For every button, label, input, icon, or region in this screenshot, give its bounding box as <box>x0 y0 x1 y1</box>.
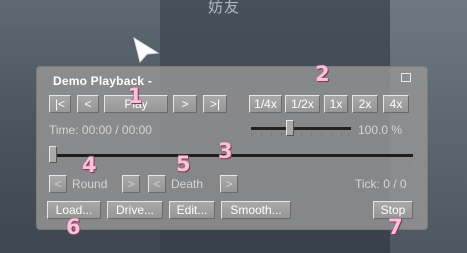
next-round-button[interactable]: > <box>122 175 140 193</box>
tick-readout: Tick: 0 / 0 <box>355 177 407 191</box>
speed-slider-thumb[interactable] <box>285 120 294 136</box>
annotation-2: 2 <box>315 62 330 86</box>
time-readout: Time: 00:00 / 00:00 <box>49 123 152 137</box>
speed-percent: 100.0 % <box>358 123 403 137</box>
arrow-pointer-icon <box>133 36 160 64</box>
next-death-button[interactable]: > <box>220 175 238 193</box>
round-label: Round <box>72 177 108 191</box>
drive-button[interactable]: Drive... <box>107 201 163 219</box>
next-frame-button[interactable]: > <box>173 95 197 113</box>
edit-button[interactable]: Edit... <box>169 201 215 219</box>
close-icon[interactable] <box>401 73 411 82</box>
speed-half-button[interactable]: 1/2x <box>285 95 320 113</box>
annotation-3: 3 <box>218 139 233 163</box>
speed-1x-button[interactable]: 1x <box>324 95 348 113</box>
previous-death-button[interactable]: < <box>148 175 166 193</box>
background-text: 妨友 <box>208 0 241 16</box>
annotation-5: 5 <box>176 152 191 176</box>
smooth-button[interactable]: Smooth... <box>221 201 291 219</box>
speed-quarter-button[interactable]: 1/4x <box>249 95 282 113</box>
annotation-1: 1 <box>128 84 143 108</box>
last-frame-button[interactable]: >| <box>203 95 227 113</box>
speed-4x-button[interactable]: 4x <box>383 95 409 113</box>
previous-round-button[interactable]: < <box>49 175 67 193</box>
first-frame-button[interactable]: |< <box>49 95 71 113</box>
previous-frame-button[interactable]: < <box>77 95 99 113</box>
annotation-6: 6 <box>66 215 81 239</box>
speed-slider-ticks <box>251 133 351 137</box>
annotation-7: 7 <box>388 215 403 239</box>
annotation-4: 4 <box>82 153 97 177</box>
timeline-slider-thumb[interactable] <box>49 146 57 163</box>
speed-slider-track[interactable] <box>251 127 351 130</box>
speed-2x-button[interactable]: 2x <box>352 95 378 113</box>
death-label: Death <box>171 177 204 191</box>
